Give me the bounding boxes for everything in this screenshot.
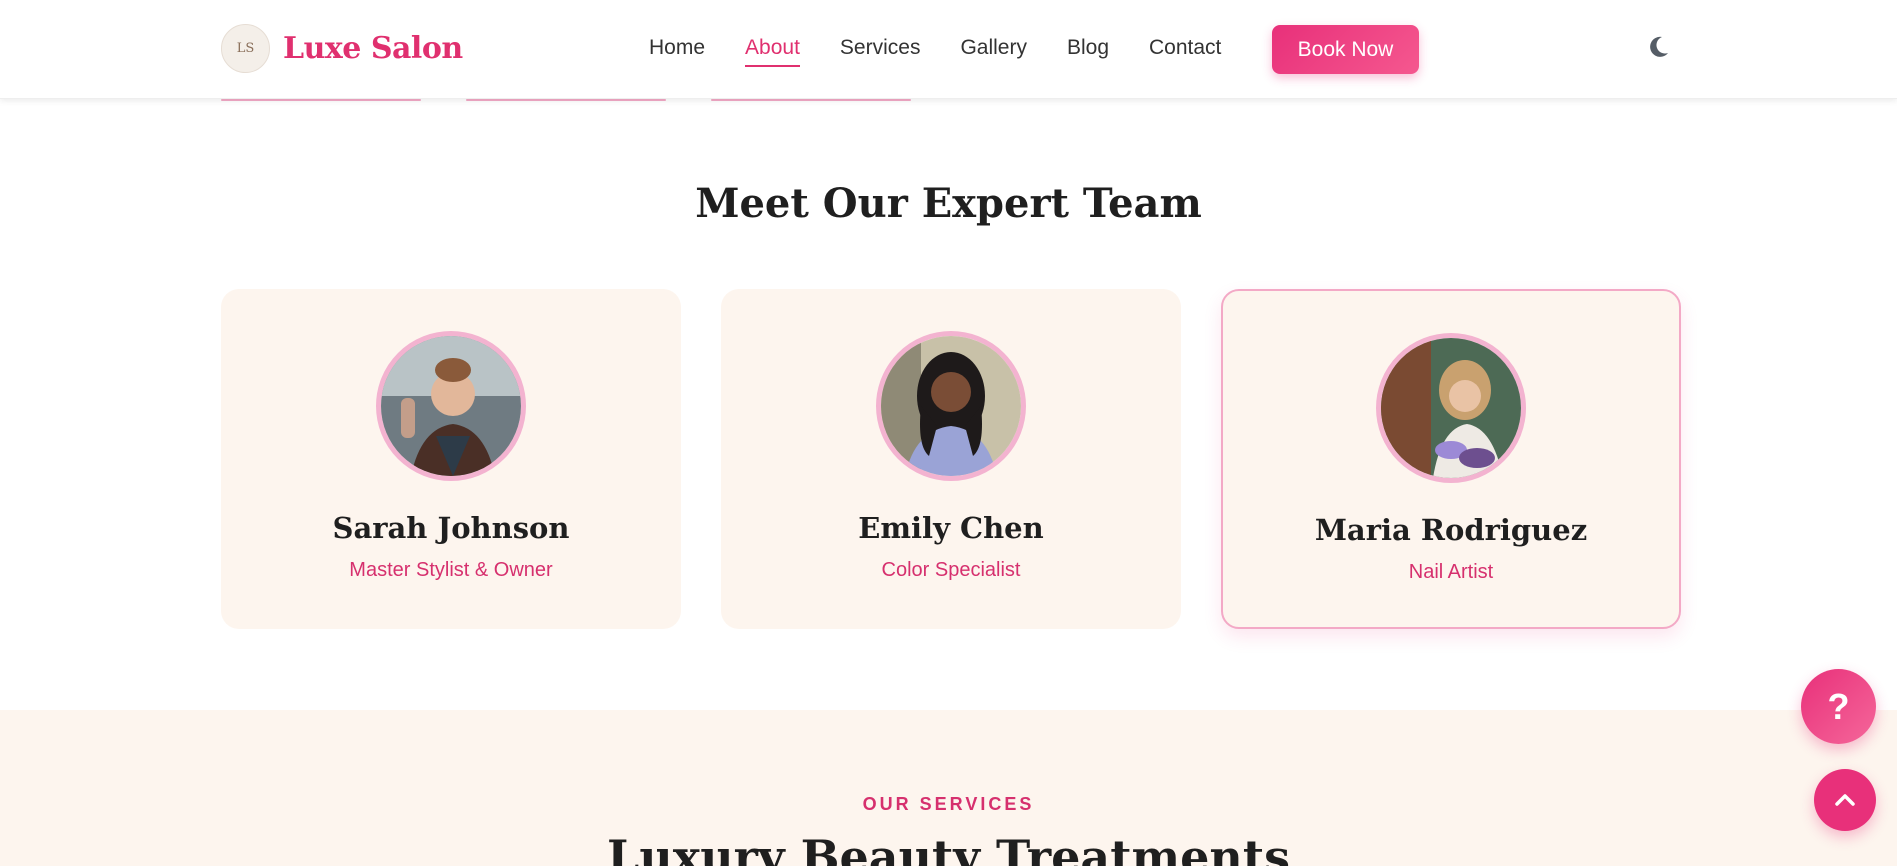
help-button[interactable]: ? xyxy=(1801,669,1876,744)
team-section-title: Meet Our Expert Team xyxy=(695,180,1202,227)
team-card[interactable]: Maria Rodriguez Nail Artist xyxy=(1221,289,1681,629)
member-role: Color Specialist xyxy=(881,559,1021,581)
nav-blog[interactable]: Blog xyxy=(1067,36,1109,60)
avatar xyxy=(876,331,1026,481)
team-card[interactable]: Sarah Johnson Master Stylist & Owner xyxy=(221,289,681,629)
previous-section-edge xyxy=(221,99,956,101)
nav-about[interactable]: About xyxy=(745,36,800,67)
member-name: Sarah Johnson xyxy=(332,511,570,545)
avatar xyxy=(376,331,526,481)
member-role: Nail Artist xyxy=(1408,561,1494,583)
avatar xyxy=(1376,333,1526,483)
question-icon: ? xyxy=(1827,685,1850,727)
member-name: Emily Chen xyxy=(858,511,1044,545)
site-header: LS Luxe Salon Home About Services Galler… xyxy=(0,0,1897,99)
services-title: Luxury Beauty Treatments xyxy=(607,830,1290,866)
moon-icon[interactable] xyxy=(1645,34,1671,60)
services-kicker: OUR SERVICES xyxy=(862,794,1035,814)
logo-badge: LS xyxy=(221,24,270,73)
nav-services[interactable]: Services xyxy=(840,36,921,60)
member-name: Maria Rodriguez xyxy=(1314,513,1588,547)
logo-text: Luxe Salon xyxy=(283,31,463,66)
services-section: OUR SERVICES Luxury Beauty Treatments xyxy=(0,710,1897,866)
nav-contact[interactable]: Contact xyxy=(1149,36,1221,60)
chevron-up-icon xyxy=(1835,794,1855,806)
main-nav: Home About Services Gallery Blog Contact xyxy=(649,36,1261,67)
nav-gallery[interactable]: Gallery xyxy=(960,36,1027,60)
back-to-top-button[interactable] xyxy=(1814,769,1876,831)
logo[interactable]: LS Luxe Salon xyxy=(221,24,463,73)
book-now-button[interactable]: Book Now xyxy=(1272,25,1419,74)
nav-home[interactable]: Home xyxy=(649,36,705,60)
member-role: Master Stylist & Owner xyxy=(349,559,553,581)
team-card[interactable]: Emily Chen Color Specialist xyxy=(721,289,1181,629)
